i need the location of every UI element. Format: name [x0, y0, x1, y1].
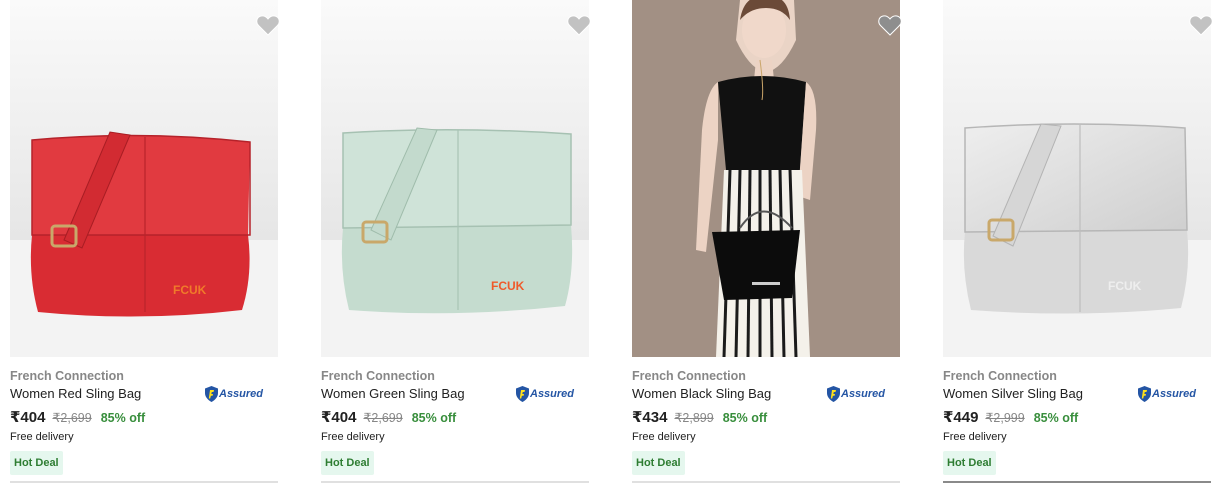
product-brand: French Connection: [10, 369, 124, 383]
assured-label: Assured: [1152, 388, 1197, 400]
selling-price: ₹434: [632, 409, 668, 426]
svg-text:FCUK: FCUK: [491, 279, 525, 293]
hot-deal-badge: Hot Deal: [632, 451, 685, 475]
svg-text:FCUK: FCUK: [173, 283, 207, 297]
product-title[interactable]: Women Silver Sling Bag: [943, 386, 1083, 401]
price-row: ₹434 ₹2,899 85% off: [632, 408, 767, 426]
product-card[interactable]: French Connection Women Black Sling Bag …: [622, 0, 902, 483]
product-title[interactable]: Women Black Sling Bag: [632, 386, 771, 401]
discount-percent: 85% off: [100, 411, 146, 425]
product-card[interactable]: FCUK French Connection Women Red Sling B…: [0, 0, 280, 483]
product-image[interactable]: [632, 0, 900, 357]
selling-price: ₹404: [10, 409, 46, 426]
product-card[interactable]: FCUK French Connection Women Green Sling…: [311, 0, 591, 483]
wishlist-heart-icon[interactable]: [256, 14, 280, 36]
svg-text:FCUK: FCUK: [1108, 279, 1142, 293]
original-price: ₹2,999: [985, 411, 1025, 425]
hot-deal-badge: Hot Deal: [943, 451, 996, 475]
hot-deal-badge: Hot Deal: [10, 451, 63, 475]
delivery-info: Free delivery: [943, 431, 1007, 443]
discount-percent: 85% off: [722, 411, 768, 425]
hot-deal-badge: Hot Deal: [321, 451, 374, 475]
product-title[interactable]: Women Green Sling Bag: [321, 386, 465, 401]
assured-shield-icon: [1138, 386, 1151, 402]
wishlist-heart-icon[interactable]: [1189, 14, 1213, 36]
selling-price: ₹404: [321, 409, 357, 426]
delivery-info: Free delivery: [10, 431, 74, 443]
assured-shield-icon: [205, 386, 218, 402]
original-price: ₹2,899: [674, 411, 714, 425]
product-card[interactable]: FCUK French Connection Women Silver Slin…: [933, 0, 1213, 483]
wishlist-heart-icon[interactable]: [878, 14, 902, 36]
original-price: ₹2,699: [363, 411, 403, 425]
assured-badge: Assured: [1138, 385, 1196, 403]
price-row: ₹404 ₹2,699 85% off: [10, 408, 145, 426]
price-row: ₹449 ₹2,999 85% off: [943, 408, 1078, 426]
product-brand: French Connection: [321, 369, 435, 383]
product-image[interactable]: FCUK: [321, 0, 589, 357]
price-row: ₹404 ₹2,699 85% off: [321, 408, 456, 426]
assured-shield-icon: [516, 386, 529, 402]
assured-shield-icon: [827, 386, 840, 402]
assured-label: Assured: [530, 388, 575, 400]
product-brand: French Connection: [632, 369, 746, 383]
product-brand: French Connection: [943, 369, 1057, 383]
assured-label: Assured: [219, 388, 264, 400]
assured-badge: Assured: [516, 385, 574, 403]
wishlist-heart-icon[interactable]: [567, 14, 591, 36]
product-title[interactable]: Women Red Sling Bag: [10, 386, 141, 401]
assured-label: Assured: [841, 388, 886, 400]
assured-badge: Assured: [205, 385, 263, 403]
delivery-info: Free delivery: [321, 431, 385, 443]
product-image[interactable]: FCUK: [943, 0, 1211, 357]
delivery-info: Free delivery: [632, 431, 696, 443]
discount-percent: 85% off: [1033, 411, 1079, 425]
selling-price: ₹449: [943, 409, 979, 426]
assured-badge: Assured: [827, 385, 885, 403]
product-image[interactable]: FCUK: [10, 0, 278, 357]
discount-percent: 85% off: [411, 411, 457, 425]
original-price: ₹2,699: [52, 411, 92, 425]
